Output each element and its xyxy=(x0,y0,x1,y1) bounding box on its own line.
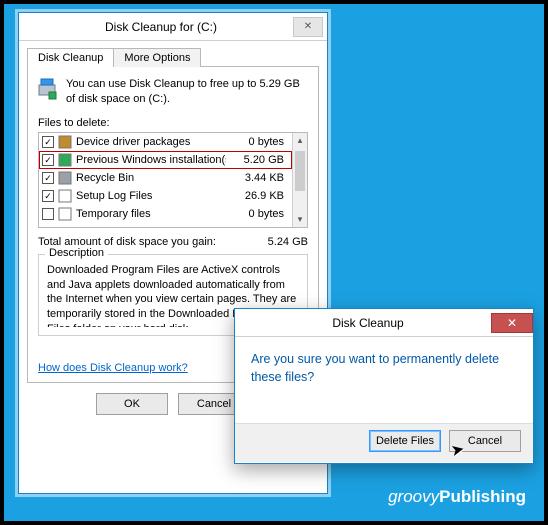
tab-more-options[interactable]: More Options xyxy=(113,48,201,67)
intro-text: You can use Disk Cleanup to free up to 5… xyxy=(66,77,308,107)
dialog-titlebar: Disk Cleanup ✕ xyxy=(235,309,533,337)
file-name: Setup Log Files xyxy=(76,190,226,202)
dialog-close-button[interactable]: ✕ xyxy=(491,313,533,333)
tabstrip: Disk Cleanup More Options xyxy=(19,41,327,66)
scroll-down-icon[interactable]: ▾ xyxy=(293,212,307,227)
tab-disk-cleanup[interactable]: Disk Cleanup xyxy=(27,48,114,67)
file-icon xyxy=(58,135,72,149)
ok-button[interactable]: OK xyxy=(96,393,168,415)
titlebar: Disk Cleanup for (C:) ✕ xyxy=(19,13,327,41)
close-button[interactable]: ✕ xyxy=(293,17,323,37)
checkbox[interactable]: ✓ xyxy=(42,190,54,202)
description-legend: Description xyxy=(45,247,108,259)
scroll-up-icon[interactable]: ▴ xyxy=(293,133,307,148)
file-icon xyxy=(58,153,72,167)
checkbox[interactable] xyxy=(42,208,54,220)
file-name: Temporary files xyxy=(76,208,226,220)
file-icon xyxy=(58,207,72,221)
file-row[interactable]: ✓ Setup Log Files 26.9 KB xyxy=(39,187,292,205)
file-icon xyxy=(58,171,72,185)
window-title: Disk Cleanup for (C:) xyxy=(29,20,293,34)
checkbox[interactable]: ✓ xyxy=(42,154,54,166)
file-row[interactable]: Temporary files 0 bytes xyxy=(39,205,292,223)
file-size: 26.9 KB xyxy=(230,190,286,202)
delete-files-button[interactable]: Delete Files xyxy=(369,430,441,452)
total-value: 5.24 GB xyxy=(268,236,308,248)
file-name: Recycle Bin xyxy=(76,172,226,184)
file-list: ✓ Device driver packages 0 bytes ✓ Previous … xyxy=(38,132,308,228)
scrollbar[interactable]: ▴ ▾ xyxy=(292,133,307,227)
file-size: 0 bytes xyxy=(230,208,286,220)
intro-row: You can use Disk Cleanup to free up to 5… xyxy=(38,77,308,107)
file-size: 5.20 GB xyxy=(230,154,286,166)
file-row[interactable]: ✓ Previous Windows installation(s) 5.20 GB xyxy=(39,151,292,169)
watermark: groovyPublishing xyxy=(388,487,526,507)
file-size: 3.44 KB xyxy=(230,172,286,184)
checkbox[interactable]: ✓ xyxy=(42,136,54,148)
file-row[interactable]: ✓ Device driver packages 0 bytes xyxy=(39,133,292,151)
file-name: Device driver packages xyxy=(76,136,226,148)
file-icon xyxy=(58,189,72,203)
dialog-cancel-button[interactable]: Cancel xyxy=(449,430,521,452)
file-size: 0 bytes xyxy=(230,136,286,148)
file-name: Previous Windows installation(s) xyxy=(76,154,226,166)
files-to-delete-label: Files to delete: xyxy=(38,117,308,129)
dialog-button-bar: Delete Files Cancel xyxy=(235,423,533,462)
confirm-dialog: Disk Cleanup ✕ Are you sure you want to … xyxy=(234,308,534,464)
checkbox[interactable]: ✓ xyxy=(42,172,54,184)
dialog-message: Are you sure you want to permanently del… xyxy=(235,337,533,423)
help-link[interactable]: How does Disk Cleanup work? xyxy=(38,362,188,374)
desktop-background: Disk Cleanup for (C:) ✕ Disk Cleanup Mor… xyxy=(4,4,544,521)
disk-cleanup-icon xyxy=(38,77,58,101)
file-row[interactable]: ✓ Recycle Bin 3.44 KB xyxy=(39,169,292,187)
dialog-title: Disk Cleanup xyxy=(245,316,491,330)
scroll-thumb[interactable] xyxy=(295,151,305,191)
